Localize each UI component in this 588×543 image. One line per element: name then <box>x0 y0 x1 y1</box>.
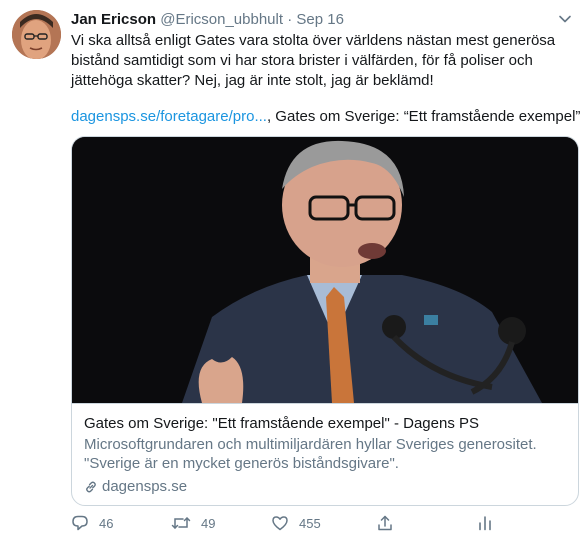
analytics-icon <box>479 516 491 531</box>
card-domain: dagensps.se <box>102 478 188 495</box>
reply-button[interactable]: 46 <box>71 514 113 532</box>
author-handle[interactable]: @Ericson_ubbhult <box>160 11 283 28</box>
more-options-button[interactable] <box>556 10 574 28</box>
tweet-text-line: bistånd samtidigt som vi har stora brist… <box>71 52 533 69</box>
avatar[interactable] <box>12 10 61 59</box>
avatar-image <box>12 10 61 59</box>
card-description-line: Microsoftgrundaren och multimiljardären … <box>84 436 537 453</box>
tweet-header: Jan Ericson @Ericson_ubbhult · Sep 16 <box>71 11 344 29</box>
separator-dot: · <box>287 11 293 28</box>
chevron-down-icon <box>559 15 571 23</box>
tweet-link[interactable]: dagensps.se/foretagare/pro... <box>71 108 267 125</box>
tweet-text-line: jättehöga skatter? Nej, jag är inte stol… <box>71 72 434 89</box>
card-domain-row: dagensps.se <box>84 477 566 496</box>
reply-count: 46 <box>99 515 114 531</box>
tweet-date[interactable]: Sep 16 <box>296 11 344 28</box>
retweet-count: 49 <box>201 515 216 531</box>
reply-icon <box>72 515 88 531</box>
link-icon <box>86 481 96 492</box>
heart-icon <box>272 516 288 531</box>
share-button[interactable] <box>376 514 394 532</box>
share-icon <box>378 515 392 531</box>
card-image[interactable] <box>72 137 578 403</box>
card-photo <box>72 137 578 403</box>
like-count: 455 <box>299 515 321 531</box>
analytics-button[interactable] <box>476 514 494 532</box>
tweet-text-line: Vi ska alltså enligt Gates vara stolta ö… <box>71 32 556 49</box>
tweet-actions: 46 49 455 <box>71 514 501 536</box>
card-meta: Gates om Sverige: "Ett framstående exemp… <box>72 403 578 505</box>
link-preview-card[interactable]: Gates om Sverige: "Ett framstående exemp… <box>71 136 579 506</box>
tweet-text: Vi ska alltså enligt Gates vara stolta ö… <box>71 31 579 91</box>
tweet-link-suffix: , Gates om Sverige: “Ett framstående exe… <box>266 108 581 125</box>
retweet-button[interactable]: 49 <box>171 514 215 532</box>
tweet-link-line: dagensps.se/foretagare/pro..., Gates om … <box>71 107 580 127</box>
author-name[interactable]: Jan Ericson <box>71 11 156 28</box>
like-button[interactable]: 455 <box>271 514 321 532</box>
card-description-line: "Sverige är en mycket generös biståndsgi… <box>84 455 399 472</box>
card-title: Gates om Sverige: "Ett framstående exemp… <box>84 415 479 432</box>
tweet[interactable]: Jan Ericson @Ericson_ubbhult · Sep 16 Vi… <box>0 0 588 543</box>
retweet-icon <box>171 517 191 529</box>
card-description: Microsoftgrundaren och multimiljardären … <box>84 435 566 473</box>
